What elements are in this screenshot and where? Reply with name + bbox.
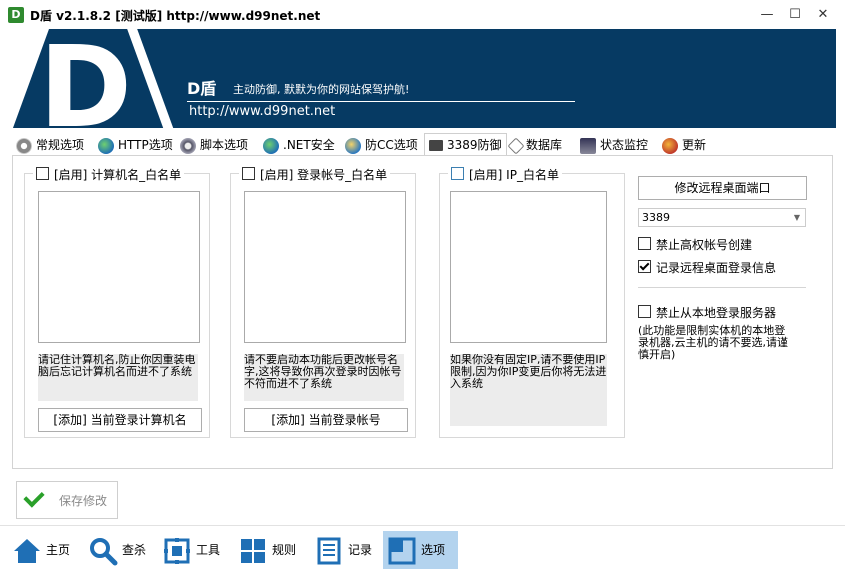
- tab-label: 数据库: [526, 138, 563, 152]
- checkbox-checked[interactable]: [638, 260, 651, 273]
- maximize-button[interactable]: ☐: [780, 4, 810, 26]
- tab-label: 防CC选项: [365, 138, 418, 152]
- home-icon: [12, 536, 42, 566]
- add-current-computer-name-button[interactable]: [添加] 当前登录计算机名: [38, 408, 202, 432]
- grid-icon: [238, 536, 268, 566]
- script-gear-icon: [180, 137, 196, 154]
- checkbox[interactable]: [638, 305, 651, 318]
- tab-database[interactable]: 数据库: [507, 134, 563, 156]
- checkbox[interactable]: [451, 167, 464, 180]
- tab-status-monitor[interactable]: 状态监控: [580, 134, 648, 156]
- app-icon: D: [8, 7, 24, 23]
- globe-icon: [263, 137, 279, 154]
- title-bar: D D盾 v2.1.8.2 [测试版] http://www.d99net.ne…: [0, 0, 845, 30]
- checkbox[interactable]: [242, 167, 255, 180]
- banner-divider: [187, 101, 575, 102]
- banner-stripe-decoration: [127, 29, 181, 128]
- tab-label: 更新: [682, 138, 707, 152]
- option-label: 禁止从本地登录服务器: [656, 306, 777, 320]
- monitor-icon: [429, 140, 443, 151]
- nav-label: 记录: [348, 543, 373, 557]
- log-rdp-login-option[interactable]: 记录远程桌面登录信息: [638, 259, 776, 276]
- tab-label: 3389防御: [447, 138, 502, 152]
- tab-script[interactable]: 脚本选项: [180, 134, 248, 156]
- tab-label: 脚本选项: [200, 138, 249, 152]
- ip-list[interactable]: [450, 191, 607, 343]
- update-icon: [662, 137, 678, 154]
- computer-name-list[interactable]: [38, 191, 200, 343]
- add-current-login-account-button[interactable]: [添加] 当前登录帐号: [244, 408, 408, 432]
- monitor-gear-icon: [580, 137, 596, 154]
- tab-dotnet[interactable]: .NET安全: [263, 134, 335, 156]
- nav-scan[interactable]: 查杀: [88, 531, 154, 569]
- divider: [0, 525, 845, 526]
- checkbox[interactable]: [36, 167, 49, 180]
- gear-icon: [16, 137, 32, 154]
- search-icon: [88, 536, 118, 566]
- banner-slogan: 主动防御, 默默为你的网站保驾护航!: [233, 83, 410, 96]
- group-title: [启用] 计算机名_白名单: [54, 168, 182, 182]
- computer-name-whitelist-toggle[interactable]: [启用] 计算机名_白名单: [33, 166, 185, 183]
- nav-rules[interactable]: 规则: [238, 531, 304, 569]
- divider: [638, 287, 806, 288]
- nav-label: 选项: [421, 543, 446, 557]
- option-tabs: 常规选项 HTTP选项 脚本选项 .NET安全 防CC选项 3389防御 数据库…: [12, 133, 832, 157]
- nav-label: 规则: [272, 543, 297, 557]
- change-rdp-port-button[interactable]: 修改远程桌面端口: [638, 176, 807, 200]
- chevron-down-icon: ▼: [793, 213, 800, 222]
- banner: D D盾 主动防御, 默默为你的网站保驾护航! http://www.d99ne…: [9, 29, 836, 128]
- window-title: D盾 v2.1.8.2 [测试版] http://www.d99net.net: [30, 9, 321, 23]
- globe-icon: [98, 137, 114, 154]
- computer-name-note: 请记住计算机名,防止你因重装电脑后忘记计算机名而进不了系统: [38, 354, 198, 401]
- minimize-button[interactable]: —: [752, 4, 782, 26]
- tools-icon: [162, 536, 192, 566]
- tab-label: .NET安全: [283, 138, 335, 152]
- options-panel: [启用] 计算机名_白名单 请记住计算机名,防止你因重装电脑后忘记计算机名而进不…: [12, 155, 833, 469]
- checkbox[interactable]: [638, 237, 651, 250]
- block-admin-account-creation-option[interactable]: 禁止高权帐号创建: [638, 236, 752, 253]
- tab-label: 常规选项: [36, 138, 85, 152]
- nav-tools[interactable]: 工具: [162, 531, 228, 569]
- login-account-whitelist-toggle[interactable]: [启用] 登录帐号_白名单: [239, 166, 391, 183]
- rdp-port-value: 3389: [642, 211, 670, 224]
- login-account-whitelist-group: [启用] 登录帐号_白名单 请不要启动本功能后更改帐号名字,这将导致你再次登录时…: [230, 166, 416, 438]
- nav-label: 工具: [196, 543, 221, 557]
- tab-update[interactable]: 更新: [662, 134, 706, 156]
- nav-home[interactable]: 主页: [12, 531, 78, 569]
- save-label: 保存修改: [59, 494, 108, 508]
- close-button[interactable]: ✕: [808, 4, 838, 26]
- computer-name-whitelist-group: [启用] 计算机名_白名单 请记住计算机名,防止你因重装电脑后忘记计算机名而进不…: [24, 166, 210, 438]
- nav-label: 查杀: [122, 543, 147, 557]
- login-account-list[interactable]: [244, 191, 406, 343]
- tab-3389-defense[interactable]: 3389防御: [424, 133, 507, 157]
- group-title: [启用] 登录帐号_白名单: [260, 168, 388, 182]
- database-icon: [507, 137, 525, 154]
- options-icon: [387, 536, 417, 566]
- log-icon: [314, 536, 344, 566]
- shield-globe-icon: [345, 137, 361, 154]
- tab-http[interactable]: HTTP选项: [98, 134, 173, 156]
- ip-note: 如果你没有固定IP,请不要使用IP限制,因为你IP变更后你将无法进入系统: [450, 354, 607, 426]
- block-local-login-option[interactable]: 禁止从本地登录服务器: [638, 304, 776, 321]
- option-label: 记录远程桌面登录信息: [656, 261, 777, 275]
- nav-options[interactable]: 选项: [383, 531, 458, 569]
- option-label: 禁止高权帐号创建: [656, 238, 753, 252]
- ip-whitelist-toggle[interactable]: [启用] IP_白名单: [448, 166, 562, 183]
- banner-url: http://www.d99net.net: [189, 104, 336, 119]
- tab-anti-cc[interactable]: 防CC选项: [345, 134, 418, 156]
- nav-logs[interactable]: 记录: [314, 531, 380, 569]
- tab-label: HTTP选项: [118, 138, 173, 152]
- tab-general[interactable]: 常规选项: [16, 134, 84, 156]
- tab-label: 状态监控: [600, 138, 649, 152]
- checkmark-icon: [23, 486, 45, 508]
- rdp-port-select[interactable]: 3389 ▼: [638, 208, 806, 227]
- banner-logo: D: [39, 29, 132, 128]
- ip-whitelist-group: [启用] IP_白名单 如果你没有固定IP,请不要使用IP限制,因为你IP变更后…: [439, 166, 625, 438]
- nav-label: 主页: [46, 543, 71, 557]
- login-account-note: 请不要启动本功能后更改帐号名字,这将导致你再次登录时因帐号不符而进不了系统: [244, 354, 404, 401]
- save-changes-button[interactable]: 保存修改: [16, 481, 118, 519]
- group-title: [启用] IP_白名单: [469, 168, 559, 182]
- banner-brand: D盾: [187, 79, 217, 98]
- local-login-note: (此功能是限制实体机的本地登录机器,云主机的请不要选,请谨慎开启): [638, 324, 788, 361]
